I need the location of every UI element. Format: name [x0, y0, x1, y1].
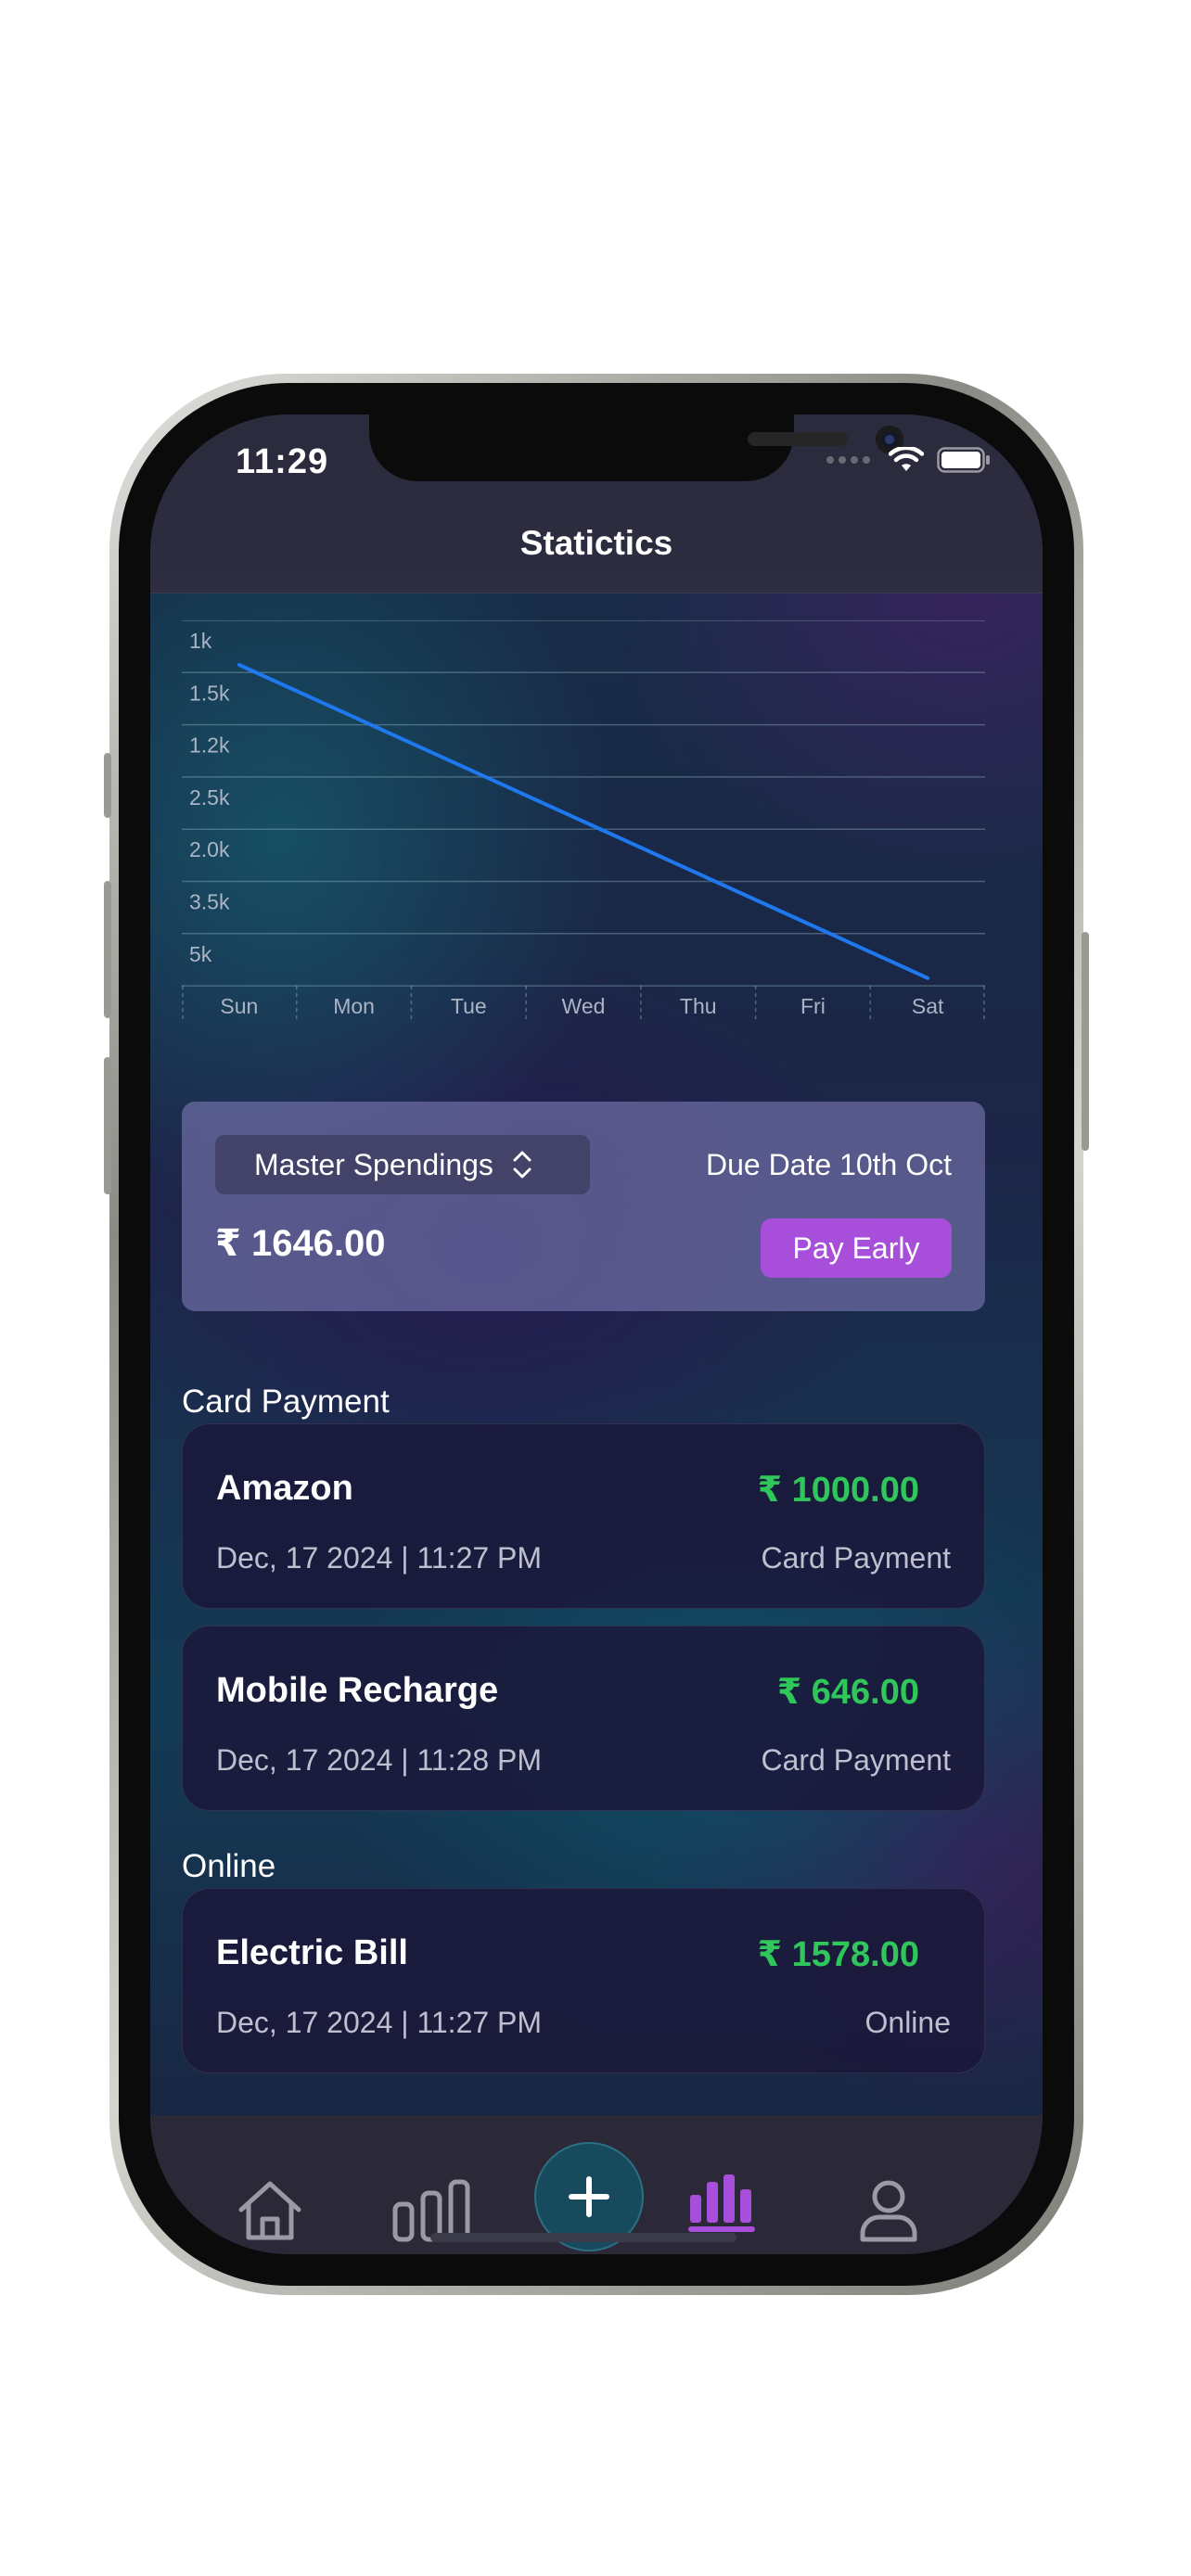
plus-icon	[569, 2176, 609, 2217]
chart-x-tick-label: Mon	[333, 994, 375, 1018]
earpiece-speaker	[748, 432, 848, 446]
status-time: 11:29	[236, 442, 329, 481]
transaction-date: Dec, 17 2024 | 11:28 PM	[216, 1743, 543, 1777]
home-indicator	[430, 2233, 736, 2242]
status-indicators	[826, 447, 991, 473]
chevron-up-down-icon	[513, 1151, 531, 1179]
home-icon[interactable]	[236, 2178, 304, 2243]
transaction-name: Mobile Recharge	[216, 1671, 499, 1710]
transaction-amount: ₹ 1000.00	[757, 1471, 919, 1510]
chart-y-tick-label: 1.5k	[189, 681, 230, 705]
line-chart: 1k 1.5k 1.2k 2.5k 2.0k 3.5k 5k Sun Mon Tue Wed Thu F…	[182, 620, 985, 1024]
total-amount: ₹ 1646.00	[215, 1223, 386, 1264]
due-date: Due Date 10th Oct	[705, 1148, 952, 1181]
cellular-signal-icon	[826, 456, 870, 464]
transaction-card[interactable]: Mobile Recharge ₹ 646.00 Dec, 17 2024 | …	[182, 1626, 985, 1811]
transaction-name: Electric Bill	[216, 1933, 408, 1972]
notch	[369, 414, 903, 481]
chart-x-tick-label: Sat	[912, 994, 944, 1018]
chart-y-tick-label: 5k	[189, 942, 212, 966]
app-screen: 11:29 Statictics 1k 1.5k 1.2k 2.5k 2.0k 3.5k 5…	[150, 414, 1043, 2254]
transaction-type: Online	[864, 2006, 952, 2039]
battery-icon	[937, 447, 990, 473]
spending-chart: 1k 1.5k 1.2k 2.5k 2.0k 3.5k 5k Sun Mon Tue Wed Thu F…	[182, 620, 985, 1047]
chart-x-tick-label: Fri	[800, 994, 826, 1018]
volume-up-button	[104, 881, 111, 1018]
chart-y-tick-label: 2.0k	[189, 837, 230, 861]
transaction-card[interactable]: Amazon ₹ 1000.00 Dec, 17 2024 | 11:27 PM…	[182, 1423, 985, 1609]
transaction-date: Dec, 17 2024 | 11:27 PM	[216, 2006, 543, 2039]
chart-y-tick-label: 1.2k	[189, 733, 230, 758]
power-button	[1082, 932, 1089, 1151]
chart-x-tick-label: Wed	[562, 994, 606, 1018]
wifi-icon	[889, 447, 924, 471]
transaction-card[interactable]: Electric Bill ₹ 1578.00 Dec, 17 2024 | 1…	[182, 1888, 985, 2073]
chart-x-tick-label: Thu	[680, 994, 717, 1018]
chart-x-tick-label: Sun	[220, 994, 258, 1018]
spending-summary-card: Master Spendings Due Date 10th Oct ₹ 164…	[182, 1102, 985, 1311]
transaction-type: Card Payment	[761, 1743, 951, 1777]
account-selector[interactable]: Master Spendings	[215, 1135, 590, 1194]
account-selector-label: Master Spendings	[254, 1147, 493, 1181]
transaction-name: Amazon	[216, 1469, 353, 1508]
section-label-card-payment: Card Payment	[182, 1384, 390, 1420]
chart-series-line	[237, 663, 930, 980]
transaction-date: Dec, 17 2024 | 11:27 PM	[216, 1541, 543, 1575]
chart-y-tick-label: 1k	[189, 629, 212, 653]
transaction-amount: ₹ 1578.00	[757, 1935, 919, 1974]
silent-switch	[104, 753, 111, 818]
chart-y-tick-label: 2.5k	[189, 785, 230, 810]
statistics-icon[interactable]	[688, 2173, 759, 2234]
profile-icon[interactable]	[859, 2178, 918, 2243]
section-label-online: Online	[182, 1848, 276, 1884]
chart-x-tick-label: Tue	[451, 994, 487, 1018]
volume-down-button	[104, 1057, 111, 1194]
pay-early-button[interactable]: Pay Early	[761, 1218, 952, 1278]
transaction-amount: ₹ 646.00	[776, 1673, 919, 1712]
page-title: Statictics	[519, 524, 673, 562]
transaction-type: Card Payment	[761, 1541, 951, 1575]
chart-y-tick-label: 3.5k	[189, 890, 230, 914]
